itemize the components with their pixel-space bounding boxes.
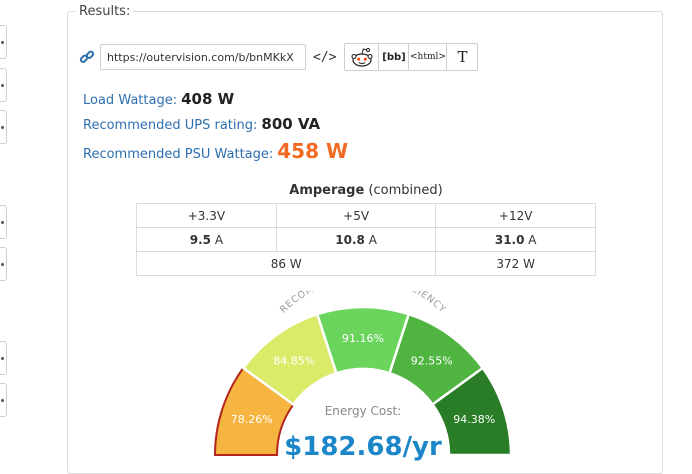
rail-tab[interactable] — [0, 68, 7, 102]
table-row: 9.5 A 10.8 A 31.0 A — [136, 227, 596, 252]
amperage-table: +3.3V +5V +12V 9.5 A 10.8 A 31.0 A 86 W … — [135, 203, 596, 276]
efficiency-gauge: 78.26%84.85%91.16%92.55%94.38% RECOMMEND… — [208, 272, 518, 465]
share-buttons: [bb] <html> T — [344, 43, 479, 71]
html-button[interactable]: <html> — [409, 44, 448, 70]
load-wattage-row: Load Wattage: 408 W — [83, 90, 234, 108]
table-row: 86 W 372 W — [135, 251, 596, 276]
share-row: https://outervision.com/b/bnMKkX </> [bb… — [79, 43, 479, 71]
ups-rating-row: Recommended UPS rating: 800 VA — [83, 115, 320, 133]
gauge-segment-label: 91.16% — [342, 332, 384, 345]
load-wattage-value: 408 W — [181, 90, 235, 108]
text-button[interactable]: T — [447, 44, 477, 70]
results-panel: Results: https://outervision.com/b/bnMKk… — [67, 4, 663, 474]
rail-5v-header: +5V — [275, 203, 437, 228]
amperage-heading: Amperage — [289, 183, 365, 198]
ups-rating-value: 800 VA — [261, 115, 321, 133]
psu-wattage-row: Recommended PSU Wattage: 458 W — [83, 139, 348, 163]
combined-watts-high: 372 W — [435, 251, 596, 276]
rail-tab[interactable] — [0, 25, 7, 59]
table-row: +3.3V +5V +12V — [136, 203, 596, 228]
amp-cell-12v: 31.0 A — [435, 227, 596, 252]
results-legend: Results: — [79, 4, 131, 19]
energy-cost-value: $182.68/yr — [284, 432, 442, 461]
rail-tab[interactable] — [0, 247, 7, 281]
energy-cost-label: Energy Cost: — [325, 404, 402, 418]
ups-rating-label: Recommended UPS rating: — [83, 118, 258, 133]
rail-tab[interactable] — [0, 205, 7, 239]
gauge-segment-label: 92.55% — [411, 354, 453, 367]
gauge-segment-label: 84.85% — [273, 354, 315, 367]
link-icon — [79, 50, 95, 63]
load-wattage-label: Load Wattage: — [83, 93, 178, 108]
amp-cell-3v3: 9.5 A — [136, 227, 277, 252]
combined-watts-low: 86 W — [135, 251, 437, 276]
left-rail — [0, 0, 10, 456]
psu-wattage-label: Recommended PSU Wattage: — [83, 147, 274, 162]
amperage-subtitle: (combined) — [368, 183, 443, 198]
rail-12v-header: +12V — [435, 203, 596, 228]
amp-cell-5v: 10.8 A — [275, 227, 437, 252]
embed-code-icon[interactable]: </> — [313, 50, 336, 65]
efficiency-gauge-svg: 78.26%84.85%91.16%92.55%94.38% RECOMMEND… — [213, 272, 513, 462]
reddit-button[interactable] — [345, 44, 380, 70]
gauge-segment-label: 78.26% — [231, 413, 273, 426]
reddit-icon — [351, 48, 373, 67]
rail-tab[interactable] — [0, 341, 7, 375]
rail-tab[interactable] — [0, 383, 7, 417]
bbcode-button[interactable]: [bb] — [379, 44, 410, 70]
amperage-title: Amperage (combined) — [68, 183, 664, 198]
gauge-segment-label: 94.38% — [453, 413, 495, 426]
psu-wattage-value: 458 W — [277, 139, 349, 163]
share-url-field[interactable]: https://outervision.com/b/bnMKkX — [100, 44, 306, 70]
rail-3v3-header: +3.3V — [136, 203, 277, 228]
rail-tab[interactable] — [0, 110, 7, 144]
